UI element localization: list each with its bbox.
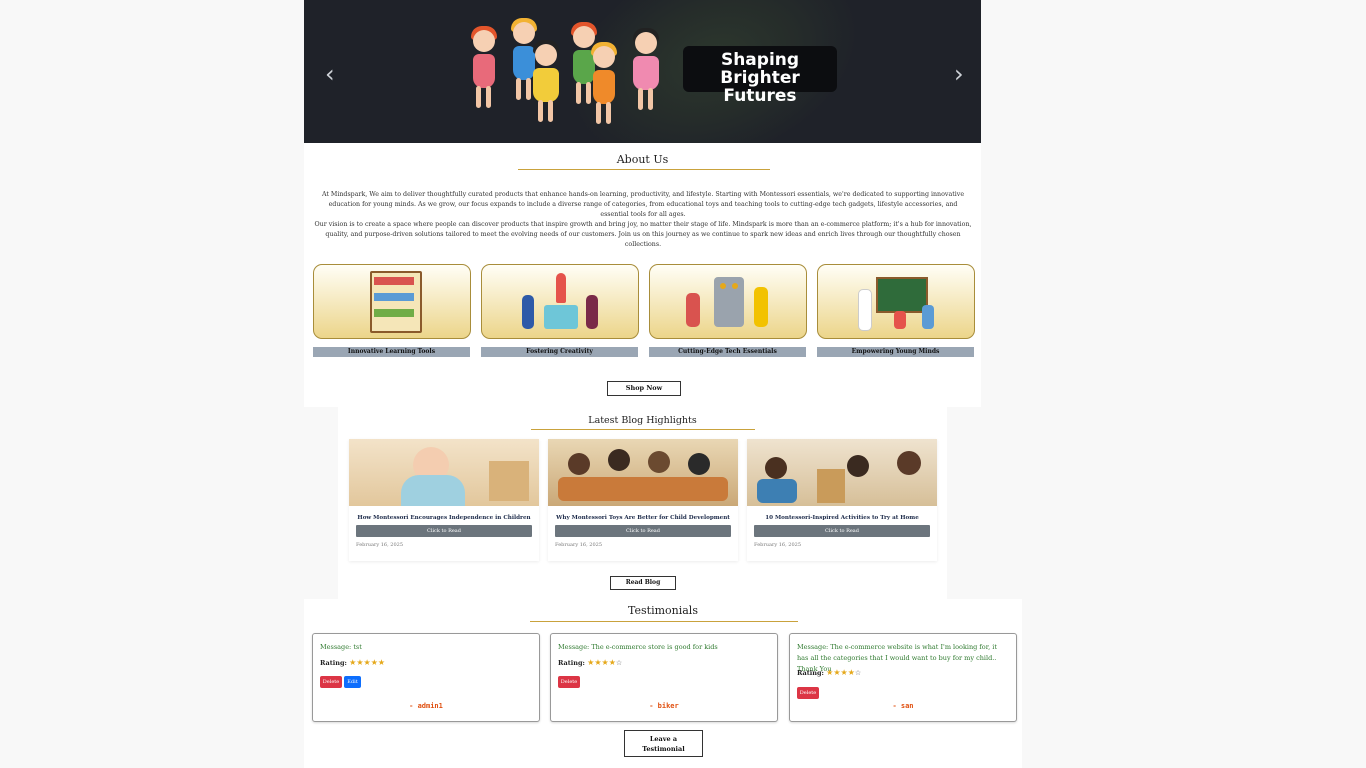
feature-card-creativity[interactable] xyxy=(481,264,639,339)
testimonial-rating: Rating: ★★★★★ xyxy=(320,658,386,667)
about-title: About Us xyxy=(616,153,669,166)
star-icon: ★ xyxy=(377,658,386,667)
blog-post-title[interactable]: Why Montessori Toys Are Better for Child… xyxy=(548,515,738,521)
star-icon: ★ xyxy=(370,658,378,667)
hero-title-line2: Brighter Futures xyxy=(720,68,800,106)
testimonial-user: - admin1 xyxy=(409,702,443,710)
carousel-prev-button[interactable]: ‹ xyxy=(325,60,335,88)
feature-card-young-minds[interactable] xyxy=(817,264,975,339)
testimonial-card: Message: The e-commerce website is what … xyxy=(789,633,1017,722)
about-title-underline xyxy=(518,169,770,170)
robot-illustration xyxy=(714,277,744,327)
blog-post-title[interactable]: 10 Montessori-Inspired Activities to Try… xyxy=(747,515,937,521)
star-empty-icon: ☆ xyxy=(615,659,623,667)
delete-button[interactable]: Delete xyxy=(320,676,342,688)
delete-button[interactable]: Delete xyxy=(797,687,819,699)
testimonial-user: - san xyxy=(892,702,914,710)
blog-image xyxy=(747,439,937,506)
testimonial-card: Message: The e-commerce store is good fo… xyxy=(550,633,778,722)
feature-label-young-minds: Empowering Young Minds xyxy=(817,347,974,357)
hero-title-line1: Shaping xyxy=(720,50,800,70)
blog-section: Latest Blog Highlights How Montessori En… xyxy=(338,407,947,599)
star-empty-icon: ☆ xyxy=(854,669,862,677)
hero-carousel: ‹ › xyxy=(304,0,981,143)
carousel-next-button[interactable]: › xyxy=(954,60,964,88)
testimonials-title: Testimonials xyxy=(628,604,698,617)
leave-testimonial-button[interactable]: Leave a Testimonial xyxy=(624,730,703,757)
feature-label-tech-essentials: Cutting-Edge Tech Essentials xyxy=(649,347,806,357)
star-icon: ★ xyxy=(840,668,848,677)
chevron-left-icon: ‹ xyxy=(325,60,335,88)
testimonial-message: Message: tst xyxy=(320,643,362,651)
star-icon: ★ xyxy=(594,658,602,667)
feature-label-creativity: Fostering Creativity xyxy=(481,347,638,357)
testimonials-section: Testimonials Message: tst Rating: ★★★★★ … xyxy=(304,599,1022,768)
read-blog-button[interactable]: Read Blog xyxy=(610,576,676,590)
testimonial-user: - biker xyxy=(649,702,679,710)
star-icon: ★ xyxy=(356,658,364,667)
testimonial-card: Message: tst Rating: ★★★★★ Delete Edit -… xyxy=(312,633,540,722)
blog-image xyxy=(548,439,738,506)
about-section: About Us At Mindspark, We aim to deliver… xyxy=(304,143,981,407)
blog-post-date: February 16, 2025 xyxy=(555,542,603,548)
chalkboard-illustration xyxy=(876,277,928,313)
testimonial-rating: Rating: ★★★★☆ xyxy=(797,668,862,677)
hero-kids-illustration xyxy=(464,18,674,128)
delete-button[interactable]: Delete xyxy=(558,676,580,688)
star-icon: ★ xyxy=(601,658,609,667)
about-paragraph-1: At Mindspark, We aim to deliver thoughtf… xyxy=(321,191,965,218)
hero-title-badge: Shaping Brighter Futures xyxy=(683,46,837,105)
feature-label-learning-tools: Innovative Learning Tools xyxy=(313,347,470,357)
blog-title: Latest Blog Highlights xyxy=(588,415,697,426)
blog-title-underline xyxy=(531,429,755,430)
blog-post-date: February 16, 2025 xyxy=(754,542,802,548)
testimonial-message: Message: The e-commerce store is good fo… xyxy=(558,643,718,651)
about-paragraph-2: Our vision is to create a space where pe… xyxy=(314,221,972,248)
star-icon: ★ xyxy=(833,668,841,677)
star-icon: ★ xyxy=(847,668,855,677)
toybox-illustration xyxy=(544,305,578,329)
click-to-read-button[interactable]: Click to Read xyxy=(555,525,731,537)
blog-post-title[interactable]: How Montessori Encourages Independence i… xyxy=(349,515,539,521)
star-icon: ★ xyxy=(608,658,616,667)
shop-now-button[interactable]: Shop Now xyxy=(607,381,681,396)
click-to-read-button[interactable]: Click to Read xyxy=(356,525,532,537)
feature-card-tech-essentials[interactable] xyxy=(649,264,807,339)
testimonial-rating: Rating: ★★★★☆ xyxy=(558,658,623,667)
blog-image xyxy=(349,439,539,506)
click-to-read-button[interactable]: Click to Read xyxy=(754,525,930,537)
testimonials-title-underline xyxy=(530,621,798,622)
feature-card-learning-tools[interactable] xyxy=(313,264,471,339)
chevron-right-icon: › xyxy=(954,60,964,88)
blog-card: Why Montessori Toys Are Better for Child… xyxy=(548,439,738,561)
blog-card: How Montessori Encourages Independence i… xyxy=(349,439,539,561)
blog-card: 10 Montessori-Inspired Activities to Try… xyxy=(747,439,937,561)
blog-post-date: February 16, 2025 xyxy=(356,542,404,548)
star-icon: ★ xyxy=(363,658,371,667)
edit-button[interactable]: Edit xyxy=(344,676,361,688)
